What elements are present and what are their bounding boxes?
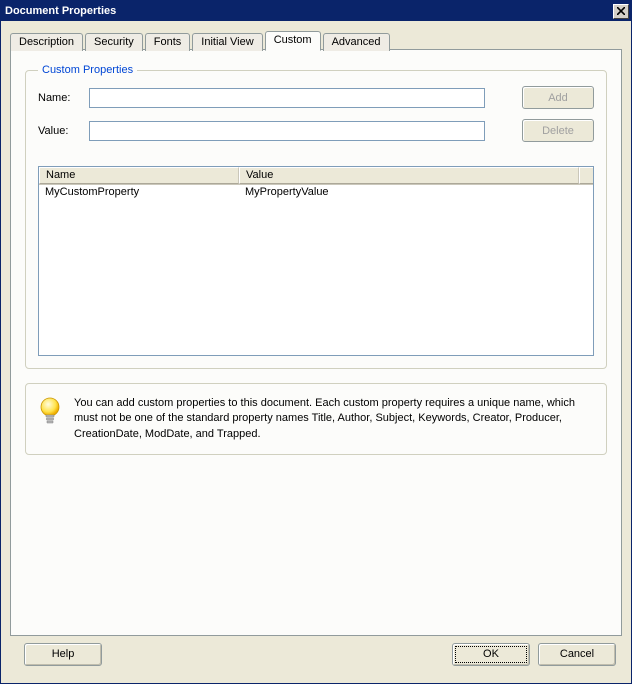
value-label: Value:: [38, 125, 83, 137]
value-row: Value: Delete: [38, 119, 594, 142]
tab-advanced[interactable]: Advanced: [323, 33, 390, 51]
custom-properties-group: Custom Properties Name: Add Value: Delet…: [25, 64, 607, 369]
name-input[interactable]: [89, 88, 485, 108]
lightbulb-icon: [38, 396, 62, 426]
cell-name: MyCustomProperty: [39, 185, 239, 201]
cancel-button[interactable]: Cancel: [538, 643, 616, 666]
column-header-end: [579, 167, 593, 184]
column-header-name[interactable]: Name: [39, 167, 239, 184]
tab-panel-custom: Custom Properties Name: Add Value: Delet…: [10, 49, 622, 636]
value-input[interactable]: [89, 121, 485, 141]
tab-description[interactable]: Description: [10, 33, 83, 51]
listview-header: Name Value: [39, 167, 593, 185]
document-properties-window: Document Properties Description Security…: [0, 0, 632, 684]
table-row[interactable]: MyCustomProperty MyPropertyValue: [39, 185, 593, 201]
column-header-value[interactable]: Value: [239, 167, 579, 184]
delete-button[interactable]: Delete: [522, 119, 594, 142]
tab-row: Description Security Fonts Initial View …: [2, 22, 630, 50]
properties-listview[interactable]: Name Value MyCustomProperty MyPropertyVa…: [38, 166, 594, 356]
titlebar: Document Properties: [1, 1, 631, 21]
listview-body: MyCustomProperty MyPropertyValue: [39, 185, 593, 355]
group-legend: Custom Properties: [38, 64, 137, 76]
dialog-button-bar: Help OK Cancel: [2, 636, 630, 682]
info-text: You can add custom properties to this do…: [74, 396, 594, 442]
tab-custom[interactable]: Custom: [265, 31, 321, 51]
cell-value: MyPropertyValue: [239, 185, 593, 201]
info-group: You can add custom properties to this do…: [25, 383, 607, 455]
tab-fonts[interactable]: Fonts: [145, 33, 191, 51]
ok-button[interactable]: OK: [452, 643, 530, 666]
name-label: Name:: [38, 92, 83, 104]
window-title: Document Properties: [5, 5, 116, 17]
add-button[interactable]: Add: [522, 86, 594, 109]
help-button[interactable]: Help: [24, 643, 102, 666]
client-area: Description Security Fonts Initial View …: [2, 22, 630, 682]
name-row: Name: Add: [38, 86, 594, 109]
tab-initial-view[interactable]: Initial View: [192, 33, 262, 51]
close-icon[interactable]: [613, 4, 629, 19]
tab-security[interactable]: Security: [85, 33, 143, 51]
